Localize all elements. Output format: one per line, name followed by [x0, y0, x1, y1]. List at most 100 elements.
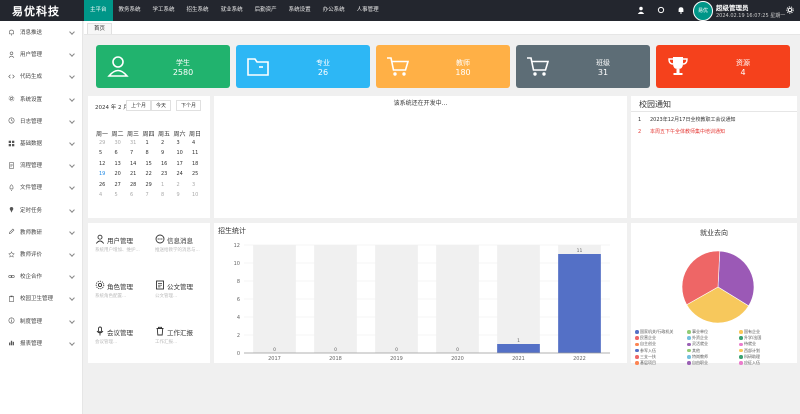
calendar-day[interactable]: 26 [96, 182, 112, 193]
notice-item[interactable]: 2 本周五下午全体教师集中培训通知 [638, 128, 725, 135]
shortcut-item[interactable]: 用户管理 系统用户增加、维护... [88, 231, 148, 271]
calendar-day[interactable]: 1 [143, 140, 159, 151]
notice-item[interactable]: 1 2023年12月17日全校教职工会议通知 [638, 116, 735, 123]
stat-card[interactable]: 专业 26 [236, 45, 370, 88]
calendar-day[interactable]: 31 [127, 140, 143, 151]
calendar-day[interactable]: 25 [189, 171, 205, 182]
calendar-day[interactable]: 6 [127, 192, 143, 203]
calendar-day[interactable]: 19 [96, 171, 112, 182]
nav-item[interactable]: 系统设置 [283, 0, 317, 21]
nav-item[interactable]: 办公系统 [317, 0, 351, 21]
calendar-day[interactable]: 7 [143, 192, 159, 203]
calendar-day[interactable]: 5 [112, 192, 128, 203]
sidebar-item[interactable]: 基础数据 [0, 132, 83, 154]
calendar-day[interactable]: 29 [143, 182, 159, 193]
calendar-day[interactable]: 1 [158, 182, 174, 193]
calendar-day[interactable]: 3 [174, 140, 190, 151]
calendar-day[interactable]: 24 [174, 171, 190, 182]
legend-item[interactable]: 三支一扶 [635, 354, 656, 360]
next-month-button[interactable]: 下个月 [176, 100, 202, 111]
calendar-day[interactable]: 2 [174, 182, 190, 193]
legend-item[interactable]: 科研助理 [739, 354, 760, 360]
legend-item[interactable]: 西部计划 [739, 348, 760, 354]
calendar-day[interactable]: 6 [112, 150, 128, 161]
legend-item[interactable]: 参军入伍 [635, 348, 656, 354]
legend-item[interactable]: 其他 [687, 348, 700, 354]
calendar-day[interactable]: 27 [112, 182, 128, 193]
calendar-day[interactable]: 29 [96, 140, 112, 151]
user-icon[interactable] [636, 4, 646, 16]
legend-item[interactable]: 灵活就业 [687, 341, 708, 347]
legend-item[interactable]: 自由职业 [687, 360, 708, 366]
stat-card[interactable]: 资源 4 [656, 45, 790, 88]
shortcut-item[interactable]: 工作汇报 工作汇报... [148, 323, 208, 363]
sidebar-item[interactable]: 校园卫生管理 [0, 287, 83, 309]
calendar-day[interactable]: 21 [127, 171, 143, 182]
calendar-day[interactable]: 10 [189, 192, 205, 203]
calendar-day[interactable]: 5 [96, 150, 112, 161]
stat-card[interactable]: 学生 2580 [96, 45, 230, 88]
calendar-day[interactable]: 8 [158, 192, 174, 203]
bell-icon[interactable] [676, 4, 686, 16]
sidebar-item[interactable]: 代码生成 [0, 65, 83, 87]
bar[interactable] [558, 254, 601, 353]
sidebar-item[interactable]: 定时任务 [0, 199, 83, 221]
sidebar-item[interactable]: 教师评价 [0, 243, 83, 265]
sidebar-item[interactable]: 报表管理 [0, 332, 83, 354]
tab-home[interactable]: 首页 [87, 23, 113, 34]
calendar-day[interactable]: 12 [96, 161, 112, 172]
calendar-day[interactable]: 14 [127, 161, 143, 172]
calendar-day[interactable]: 13 [112, 161, 128, 172]
shortcut-item[interactable]: 公文管理 公文管理... [148, 277, 208, 317]
calendar-day[interactable]: 9 [158, 150, 174, 161]
calendar-day[interactable]: 8 [143, 150, 159, 161]
calendar-day[interactable]: 30 [112, 140, 128, 151]
nav-item[interactable]: 主平台 [84, 0, 113, 21]
shortcut-item[interactable]: 角色管理 系统角色配置... [88, 277, 148, 317]
shortcut-item[interactable]: 会议管理 会议管理... [88, 323, 148, 363]
avatar[interactable]: 易优 [693, 1, 713, 21]
today-button[interactable]: 今天 [151, 100, 172, 111]
sidebar-item[interactable]: 系统设置 [0, 88, 83, 110]
bar[interactable] [497, 344, 540, 353]
shortcut-item[interactable]: 信息消息 推送给教学的消息与... [148, 231, 208, 271]
calendar-day[interactable]: 17 [174, 161, 190, 172]
calendar-day[interactable]: 4 [189, 140, 205, 151]
sidebar-item[interactable]: 日志管理 [0, 110, 83, 132]
legend-item[interactable]: 特岗教师 [687, 354, 708, 360]
calendar-day[interactable]: 10 [174, 150, 190, 161]
calendar-day[interactable]: 3 [189, 182, 205, 193]
calendar-day[interactable]: 2 [158, 140, 174, 151]
legend-item[interactable]: 基层项目 [635, 360, 656, 366]
nav-item[interactable]: 就业系统 [215, 0, 249, 21]
calendar-day[interactable]: 11 [189, 150, 205, 161]
legend-item[interactable]: 自主创业 [635, 341, 656, 347]
nav-item[interactable]: 学工系统 [147, 0, 181, 21]
sidebar-item[interactable]: 教师教研 [0, 221, 83, 243]
sidebar-item[interactable]: 流程管理 [0, 154, 83, 176]
gear-icon[interactable] [785, 4, 795, 16]
app-logo[interactable]: 易优科技 [12, 3, 60, 19]
user-name[interactable]: 超级管理员 [716, 2, 749, 12]
nav-item[interactable]: 教务系统 [113, 0, 147, 21]
sidebar-item[interactable]: 校企合作 [0, 265, 83, 287]
nav-item[interactable]: 人事管理 [351, 0, 385, 21]
sidebar-item[interactable]: 文件管理 [0, 176, 83, 198]
stat-card[interactable]: 教师 180 [376, 45, 510, 88]
calendar-day[interactable]: 4 [96, 192, 112, 203]
calendar-day[interactable]: 7 [127, 150, 143, 161]
sidebar-item[interactable]: 用户管理 [0, 43, 83, 65]
sidebar-item[interactable]: 消息推送 [0, 21, 83, 43]
calendar-day[interactable]: 28 [127, 182, 143, 193]
calendar-day[interactable]: 16 [158, 161, 174, 172]
calendar-day[interactable]: 15 [143, 161, 159, 172]
calendar-day[interactable]: 22 [143, 171, 159, 182]
calendar-day[interactable]: 9 [174, 192, 190, 203]
nav-item[interactable]: 招生系统 [181, 0, 215, 21]
nav-item[interactable]: 后勤资产 [249, 0, 283, 21]
calendar-day[interactable]: 20 [112, 171, 128, 182]
calendar-day[interactable]: 18 [189, 161, 205, 172]
sidebar-item[interactable]: 制度管理 [0, 310, 83, 332]
refresh-icon[interactable] [656, 4, 666, 16]
legend-item[interactable]: 待就业 [739, 341, 756, 347]
